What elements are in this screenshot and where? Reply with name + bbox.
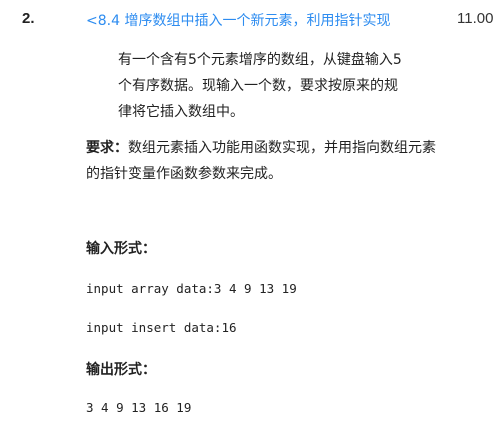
- input-format-line: input insert data:16: [86, 320, 237, 335]
- output-format-line: 3 4 9 13 16 19: [86, 400, 192, 415]
- input-format-heading: 输入形式：: [86, 241, 156, 257]
- question-score: 11.00: [457, 10, 494, 27]
- question-title-link[interactable]: <8.4 增序数组中插入一个新元素，利用指针实现: [86, 10, 390, 30]
- output-format-heading: 输出形式：: [86, 362, 156, 378]
- description-line: 个有序数据。现输入一个数，要求按原来的规: [118, 78, 398, 94]
- requirement-text: 数组元素插入功能用函数实现，并用指向数组元素的指针变量作函数参数来完成。: [86, 140, 436, 182]
- requirement-paragraph: 要求：数组元素插入功能用函数实现，并用指向数组元素的指针变量作函数参数来完成。: [86, 135, 436, 187]
- requirement-label: 要求：: [86, 140, 128, 156]
- question-number: 2.: [22, 10, 35, 27]
- input-format-line: input array data:3 4 9 13 19: [86, 281, 297, 296]
- problem-description: 有一个含有5个元素增序的数组，从键盘输入5 个有序数据。现输入一个数，要求按原来…: [118, 47, 438, 125]
- description-line: 律将它插入数组中。: [118, 104, 244, 120]
- description-line: 有一个含有5个元素增序的数组，从键盘输入5: [118, 52, 402, 68]
